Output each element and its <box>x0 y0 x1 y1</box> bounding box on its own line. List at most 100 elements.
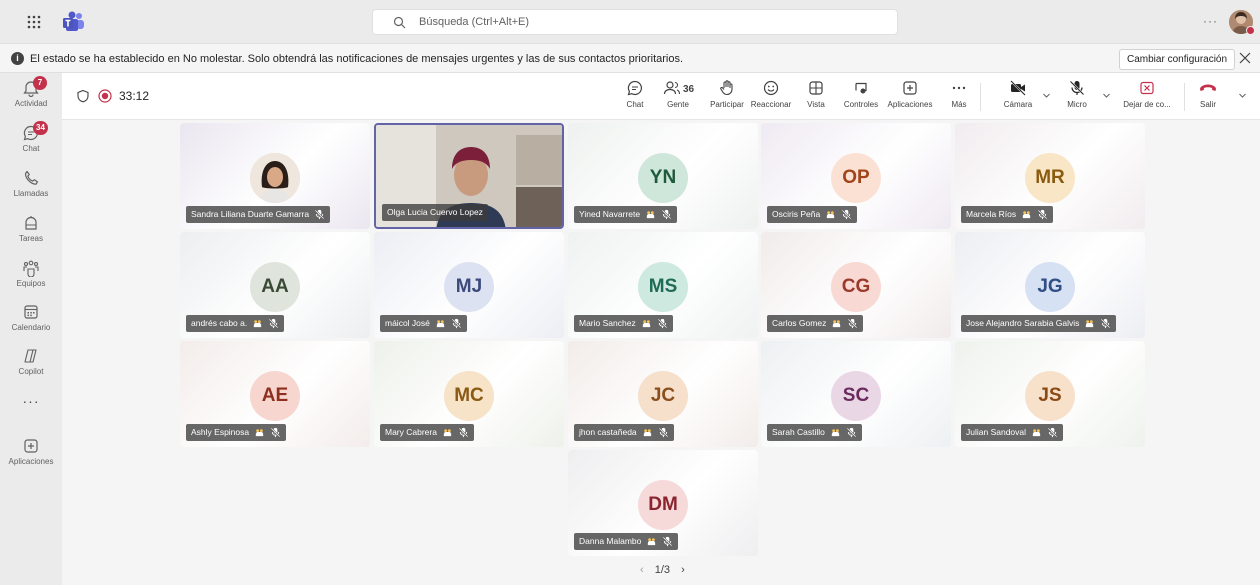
participant-tile[interactable]: SC Sarah Castillo <box>761 341 951 447</box>
participant-name: Jose Alejandro Sarabia Galvis <box>966 318 1080 328</box>
participant-tile[interactable]: AA andrés cabo a. <box>180 232 370 338</box>
avatar-initials: OP <box>831 153 881 203</box>
react-button[interactable]: Reaccionar <box>750 79 792 109</box>
participant-tile[interactable]: Olga Lucia Cuervo Lopez <box>374 123 564 229</box>
avatar-initials: CG <box>831 262 881 312</box>
rail-item-tareas[interactable]: Tareas <box>0 214 62 243</box>
participant-name: Yined Navarrete <box>579 209 641 219</box>
more-label: Más <box>951 100 967 109</box>
prev-page-icon[interactable]: ‹ <box>640 564 644 576</box>
rail-label-aplicaciones: Aplicaciones <box>8 457 54 466</box>
participant-tile[interactable]: CG Carlos Gomez <box>761 232 951 338</box>
hand-raised-icon <box>1021 209 1032 220</box>
app-launcher-icon[interactable] <box>26 14 42 30</box>
participant-name: Ashly Espinosa <box>191 427 250 437</box>
participant-tile[interactable]: Sandra Liliana Duarte Gamarra <box>180 123 370 229</box>
participant-nametag: Yined Navarrete <box>574 206 678 223</box>
view-label: Vista <box>807 100 825 109</box>
avatar <box>250 153 300 203</box>
chevron-down-icon[interactable] <box>1238 91 1247 100</box>
react-label: Reaccionar <box>750 100 792 109</box>
rail-label-equipos: Equipos <box>16 279 46 288</box>
rail-label-llamadas: Llamadas <box>13 189 49 198</box>
change-settings-button[interactable]: Cambiar configuración <box>1119 49 1236 70</box>
hand-raised-icon <box>1084 318 1095 329</box>
participant-tile[interactable]: JG Jose Alejandro Sarabia Galvis <box>955 232 1145 338</box>
hand-raised-icon <box>830 427 841 438</box>
participant-tile[interactable]: MJ máicol José <box>374 232 564 338</box>
apps-button[interactable]: Aplicaciones <box>882 79 938 109</box>
more-button[interactable]: Más <box>948 79 970 109</box>
chat-button[interactable]: Chat <box>624 79 646 109</box>
mic-off-icon <box>1069 80 1085 96</box>
mic-muted-icon <box>657 318 668 329</box>
participant-tile[interactable]: MC Mary Cabrera <box>374 341 564 447</box>
raise-hand-button[interactable]: Participar <box>705 79 749 109</box>
leave-button[interactable]: Salir <box>1196 79 1220 109</box>
participant-tile[interactable]: MS Mario Sanchez <box>568 232 758 338</box>
mic-muted-icon <box>268 318 279 329</box>
copilot-icon <box>24 349 37 363</box>
next-page-icon[interactable]: › <box>681 564 685 576</box>
rail-item-actividad[interactable]: 7 Actividad <box>0 76 62 108</box>
participant-tile[interactable]: MR Marcela Ríos <box>955 123 1145 229</box>
stop-sharing-button[interactable]: Dejar de co... <box>1120 79 1174 109</box>
calendar-icon <box>24 305 38 319</box>
participant-tile[interactable]: AE Ashly Espinosa <box>180 341 370 447</box>
participant-name: Mario Sanchez <box>579 318 636 328</box>
controls-button[interactable]: Controles <box>841 79 881 109</box>
rail-item-calendario[interactable]: Calendario <box>0 303 62 332</box>
participant-nametag: Mario Sanchez <box>574 315 673 332</box>
avatar-initials: AE <box>250 371 300 421</box>
controls-icon <box>855 82 867 94</box>
view-button[interactable]: Vista <box>804 79 828 109</box>
close-icon[interactable] <box>1237 50 1253 66</box>
pager: ‹ 1/3 › <box>636 564 689 576</box>
avatar-initials: SC <box>831 371 881 421</box>
people-button[interactable]: 36 Gente <box>661 79 695 109</box>
participant-tile[interactable]: YN Yined Navarrete <box>568 123 758 229</box>
shield-icon[interactable] <box>76 89 90 103</box>
chevron-down-icon[interactable] <box>1042 91 1051 100</box>
apps-icon <box>24 439 38 453</box>
chat-icon <box>627 80 643 96</box>
rail-item-equipos[interactable]: Equipos <box>0 259 62 288</box>
title-bar: Búsqueda (Ctrl+Alt+E) ··· <box>0 0 1260 44</box>
avatar-initials: YN <box>638 153 688 203</box>
rail-item-chat[interactable]: 34 Chat <box>0 121 62 153</box>
participant-name: Carlos Gomez <box>772 318 827 328</box>
participant-tile[interactable]: JC jhon castañeda <box>568 341 758 447</box>
search-input[interactable]: Búsqueda (Ctrl+Alt+E) <box>372 9 898 35</box>
apps-label: Aplicaciones <box>887 100 933 109</box>
participant-name: andrés cabo a. <box>191 318 248 328</box>
mic-muted-icon <box>1037 209 1048 220</box>
toolbar-separator <box>1184 83 1185 111</box>
participant-name: máicol José <box>385 318 430 328</box>
rail-label-chat: Chat <box>22 144 40 153</box>
rail-more-icon[interactable]: ··· <box>0 393 62 409</box>
mic-muted-icon <box>846 427 857 438</box>
teams-logo-icon <box>62 11 86 33</box>
mic-muted-icon <box>662 536 673 547</box>
hand-raised-icon <box>645 209 656 220</box>
phone-icon <box>24 170 38 185</box>
rail-item-aplicaciones[interactable]: Aplicaciones <box>0 437 62 466</box>
hand-raised-icon <box>641 318 652 329</box>
avatar-initials: MC <box>444 371 494 421</box>
search-icon <box>393 16 406 29</box>
leave-label: Salir <box>1199 100 1216 109</box>
participant-tile[interactable]: OP Osciris Peña <box>761 123 951 229</box>
rail-label-copilot: Copilot <box>18 367 44 376</box>
settings-more-icon[interactable]: ··· <box>1203 14 1218 28</box>
chat-badge: 34 <box>33 121 48 135</box>
camera-button[interactable]: Cámara <box>998 79 1038 109</box>
participant-tile[interactable]: JS Julian Sandoval <box>955 341 1145 447</box>
hang-up-icon <box>1200 84 1216 91</box>
chevron-down-icon[interactable] <box>1102 91 1111 100</box>
participant-tile[interactable]: DM Danna Malambo <box>568 450 758 556</box>
mic-button[interactable]: Micro <box>1062 79 1092 109</box>
rail-item-copilot[interactable]: Copilot <box>0 347 62 376</box>
notification-banner: i El estado se ha establecido en No mole… <box>0 45 1260 73</box>
hand-raised-icon <box>831 318 842 329</box>
rail-item-llamadas[interactable]: Llamadas <box>0 169 62 198</box>
